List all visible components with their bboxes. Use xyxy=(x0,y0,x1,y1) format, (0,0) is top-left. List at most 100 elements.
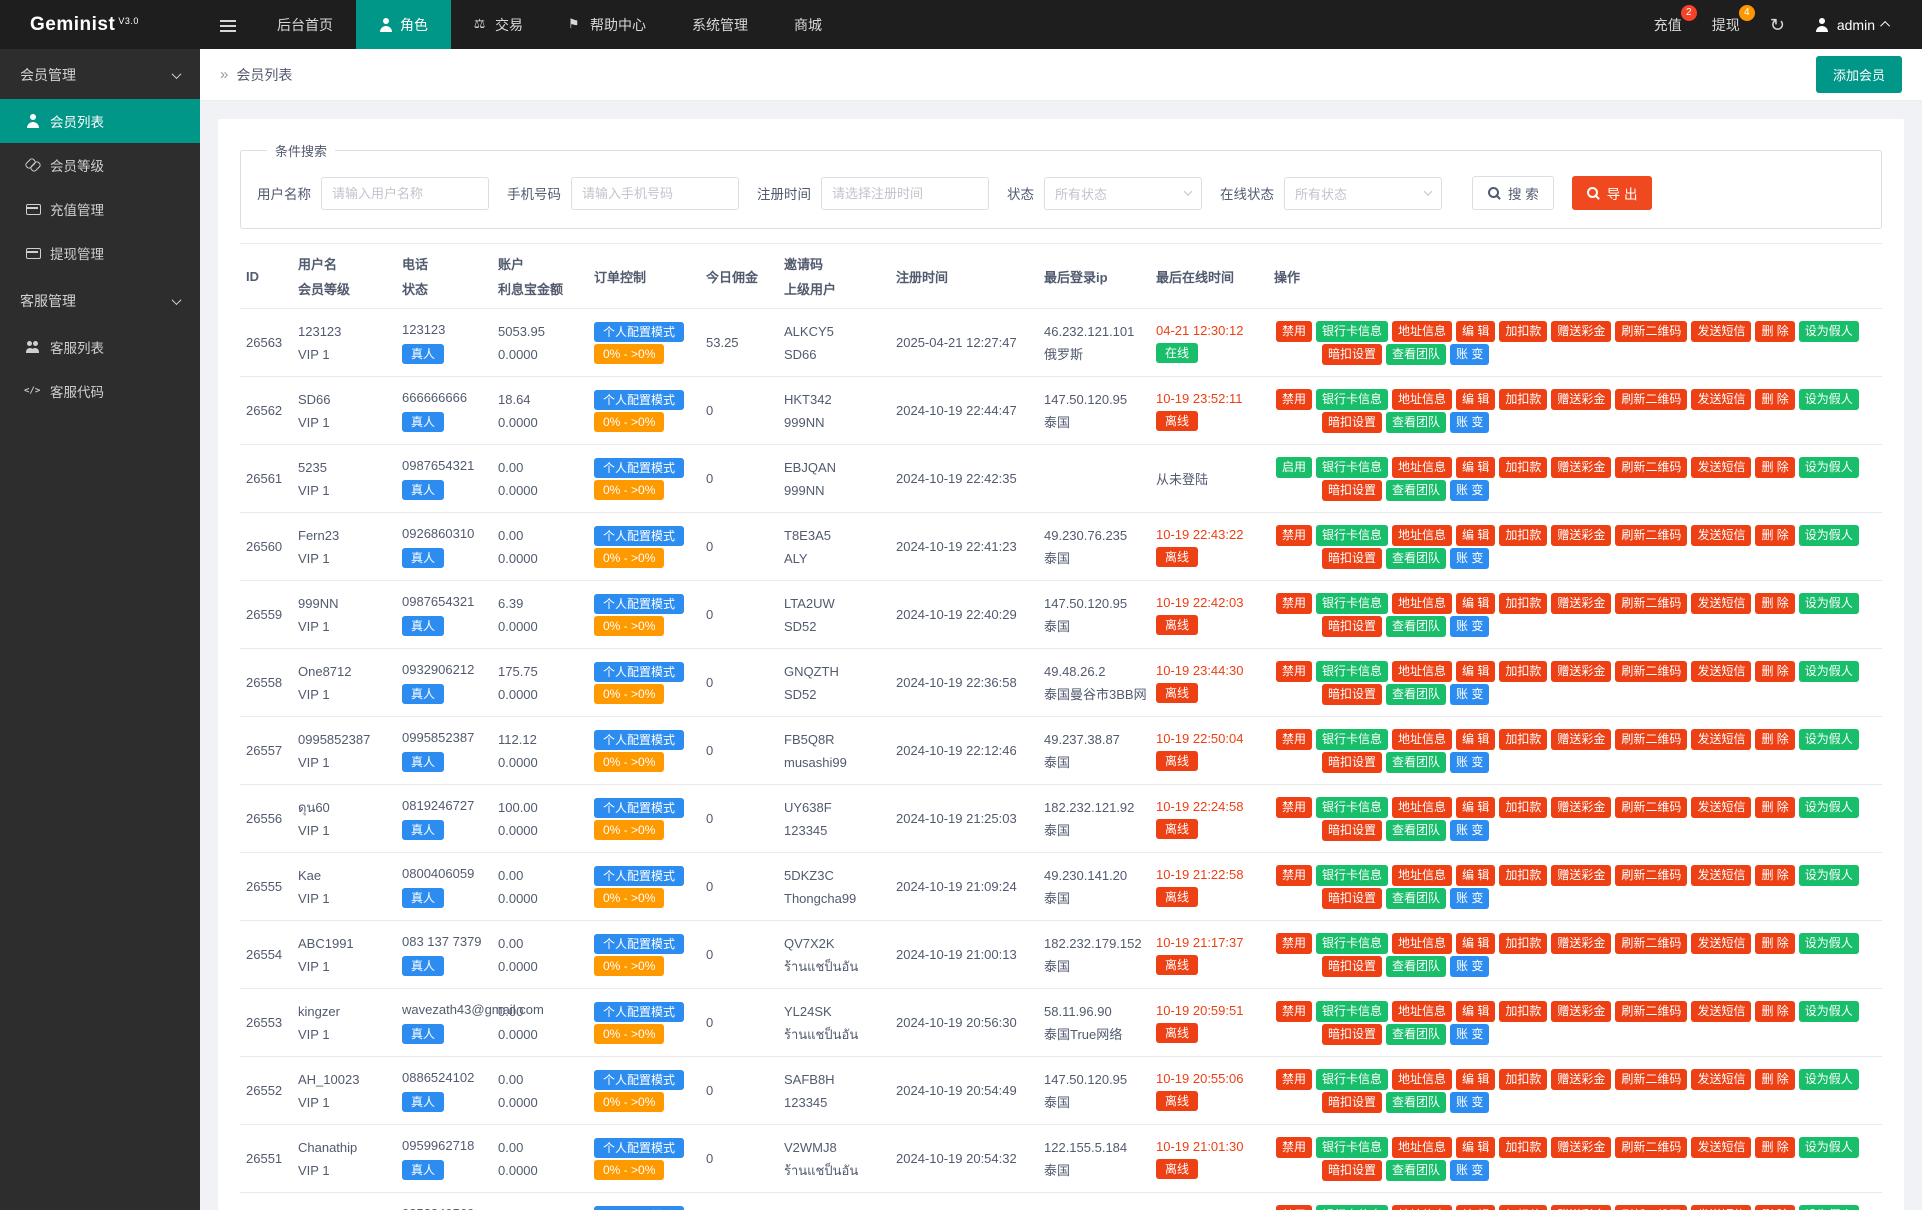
op-add-deduct-button[interactable]: 加扣款 xyxy=(1499,321,1547,342)
op-hidden-deduct-button[interactable]: 暗扣设置 xyxy=(1322,888,1382,909)
op-address-info-button[interactable]: 地址信息 xyxy=(1392,797,1452,818)
op-hidden-deduct-button[interactable]: 暗扣设置 xyxy=(1322,1092,1382,1113)
op-add-deduct-button[interactable]: 加扣款 xyxy=(1499,1001,1547,1022)
op-gift-bonus-button[interactable]: 赠送彩金 xyxy=(1551,661,1611,682)
username-input[interactable] xyxy=(321,177,489,210)
op-address-info-button[interactable]: 地址信息 xyxy=(1392,389,1452,410)
op-edit-button[interactable]: 编 辑 xyxy=(1456,593,1495,614)
op-bank-info-button[interactable]: 银行卡信息 xyxy=(1316,389,1388,410)
sidebar-item-support-list[interactable]: 客服列表 xyxy=(0,325,200,369)
op-address-info-button[interactable]: 地址信息 xyxy=(1392,1069,1452,1090)
nav-item-trade[interactable]: 交易 xyxy=(451,0,546,49)
op-toggle-button[interactable]: 禁用 xyxy=(1276,1001,1312,1022)
op-delete-button[interactable]: 删 除 xyxy=(1755,1069,1794,1090)
op-set-fake-button[interactable]: 设为假人 xyxy=(1799,933,1859,954)
user-menu[interactable]: admin xyxy=(1815,17,1890,33)
op-set-fake-button[interactable]: 设为假人 xyxy=(1799,593,1859,614)
op-bank-info-button[interactable]: 银行卡信息 xyxy=(1316,729,1388,750)
op-delete-button[interactable]: 删 除 xyxy=(1755,1001,1794,1022)
regtime-input[interactable] xyxy=(821,177,989,210)
op-hidden-deduct-button[interactable]: 暗扣设置 xyxy=(1322,344,1382,365)
op-bank-info-button[interactable]: 银行卡信息 xyxy=(1316,457,1388,478)
op-toggle-button[interactable]: 禁用 xyxy=(1276,865,1312,886)
op-add-deduct-button[interactable]: 加扣款 xyxy=(1499,933,1547,954)
op-hidden-deduct-button[interactable]: 暗扣设置 xyxy=(1322,480,1382,501)
op-send-sms-button[interactable]: 发送短信 xyxy=(1691,797,1751,818)
op-toggle-button[interactable]: 禁用 xyxy=(1276,321,1312,342)
op-refresh-qrcode-button[interactable]: 刷新二维码 xyxy=(1615,661,1687,682)
op-view-team-button[interactable]: 查看团队 xyxy=(1386,480,1446,501)
op-delete-button[interactable]: 删 除 xyxy=(1755,1137,1794,1158)
op-gift-bonus-button[interactable]: 赠送彩金 xyxy=(1551,1069,1611,1090)
op-address-info-button[interactable]: 地址信息 xyxy=(1392,321,1452,342)
op-account-change-button[interactable]: 账 变 xyxy=(1450,1160,1489,1181)
op-account-change-button[interactable]: 账 变 xyxy=(1450,888,1489,909)
op-address-info-button[interactable]: 地址信息 xyxy=(1392,1205,1452,1210)
search-button[interactable]: 搜 索 xyxy=(1472,176,1554,210)
op-bank-info-button[interactable]: 银行卡信息 xyxy=(1316,1001,1388,1022)
op-edit-button[interactable]: 编 辑 xyxy=(1456,797,1495,818)
op-view-team-button[interactable]: 查看团队 xyxy=(1386,548,1446,569)
op-bank-info-button[interactable]: 银行卡信息 xyxy=(1316,1137,1388,1158)
status-select[interactable]: 所有状态 xyxy=(1044,177,1202,210)
op-edit-button[interactable]: 编 辑 xyxy=(1456,389,1495,410)
op-edit-button[interactable]: 编 辑 xyxy=(1456,1205,1495,1210)
sidebar-toggle-button[interactable] xyxy=(200,0,254,49)
refresh-icon[interactable]: ↻ xyxy=(1770,16,1785,34)
op-hidden-deduct-button[interactable]: 暗扣设置 xyxy=(1322,820,1382,841)
op-edit-button[interactable]: 编 辑 xyxy=(1456,865,1495,886)
op-view-team-button[interactable]: 查看团队 xyxy=(1386,752,1446,773)
op-address-info-button[interactable]: 地址信息 xyxy=(1392,457,1452,478)
op-toggle-button[interactable]: 禁用 xyxy=(1276,661,1312,682)
op-send-sms-button[interactable]: 发送短信 xyxy=(1691,389,1751,410)
op-edit-button[interactable]: 编 辑 xyxy=(1456,729,1495,750)
op-set-fake-button[interactable]: 设为假人 xyxy=(1799,661,1859,682)
op-set-fake-button[interactable]: 设为假人 xyxy=(1799,865,1859,886)
op-set-fake-button[interactable]: 设为假人 xyxy=(1799,389,1859,410)
op-account-change-button[interactable]: 账 变 xyxy=(1450,956,1489,977)
op-refresh-qrcode-button[interactable]: 刷新二维码 xyxy=(1615,933,1687,954)
op-add-deduct-button[interactable]: 加扣款 xyxy=(1499,457,1547,478)
op-add-deduct-button[interactable]: 加扣款 xyxy=(1499,797,1547,818)
op-toggle-button[interactable]: 禁用 xyxy=(1276,389,1312,410)
op-hidden-deduct-button[interactable]: 暗扣设置 xyxy=(1322,956,1382,977)
op-set-fake-button[interactable]: 设为假人 xyxy=(1799,797,1859,818)
op-delete-button[interactable]: 删 除 xyxy=(1755,321,1794,342)
op-set-fake-button[interactable]: 设为假人 xyxy=(1799,1069,1859,1090)
op-edit-button[interactable]: 编 辑 xyxy=(1456,1137,1495,1158)
op-send-sms-button[interactable]: 发送短信 xyxy=(1691,729,1751,750)
op-send-sms-button[interactable]: 发送短信 xyxy=(1691,525,1751,546)
op-refresh-qrcode-button[interactable]: 刷新二维码 xyxy=(1615,729,1687,750)
op-gift-bonus-button[interactable]: 赠送彩金 xyxy=(1551,729,1611,750)
op-toggle-button[interactable]: 启用 xyxy=(1276,457,1312,478)
op-account-change-button[interactable]: 账 变 xyxy=(1450,412,1489,433)
op-address-info-button[interactable]: 地址信息 xyxy=(1392,593,1452,614)
op-hidden-deduct-button[interactable]: 暗扣设置 xyxy=(1322,1024,1382,1045)
op-address-info-button[interactable]: 地址信息 xyxy=(1392,661,1452,682)
online-status-select[interactable]: 所有状态 xyxy=(1284,177,1442,210)
op-add-deduct-button[interactable]: 加扣款 xyxy=(1499,525,1547,546)
op-bank-info-button[interactable]: 银行卡信息 xyxy=(1316,933,1388,954)
recharge-link[interactable]: 充值 2 xyxy=(1654,15,1682,35)
op-edit-button[interactable]: 编 辑 xyxy=(1456,321,1495,342)
op-refresh-qrcode-button[interactable]: 刷新二维码 xyxy=(1615,1001,1687,1022)
op-delete-button[interactable]: 删 除 xyxy=(1755,389,1794,410)
sidebar-item-recharge-management[interactable]: 充值管理 xyxy=(0,187,200,231)
sidebar-group-support-management[interactable]: 客服管理 xyxy=(0,275,200,325)
op-address-info-button[interactable]: 地址信息 xyxy=(1392,865,1452,886)
op-refresh-qrcode-button[interactable]: 刷新二维码 xyxy=(1615,525,1687,546)
sidebar-item-withdraw-management[interactable]: 提现管理 xyxy=(0,231,200,275)
op-edit-button[interactable]: 编 辑 xyxy=(1456,1001,1495,1022)
op-refresh-qrcode-button[interactable]: 刷新二维码 xyxy=(1615,457,1687,478)
op-toggle-button[interactable]: 禁用 xyxy=(1276,593,1312,614)
op-view-team-button[interactable]: 查看团队 xyxy=(1386,616,1446,637)
op-account-change-button[interactable]: 账 变 xyxy=(1450,480,1489,501)
op-refresh-qrcode-button[interactable]: 刷新二维码 xyxy=(1615,797,1687,818)
op-toggle-button[interactable]: 禁用 xyxy=(1276,729,1312,750)
op-toggle-button[interactable]: 禁用 xyxy=(1276,933,1312,954)
op-hidden-deduct-button[interactable]: 暗扣设置 xyxy=(1322,1160,1382,1181)
op-view-team-button[interactable]: 查看团队 xyxy=(1386,1024,1446,1045)
op-toggle-button[interactable]: 禁用 xyxy=(1276,1137,1312,1158)
op-account-change-button[interactable]: 账 变 xyxy=(1450,1024,1489,1045)
nav-item-system[interactable]: 系统管理 xyxy=(669,0,771,49)
